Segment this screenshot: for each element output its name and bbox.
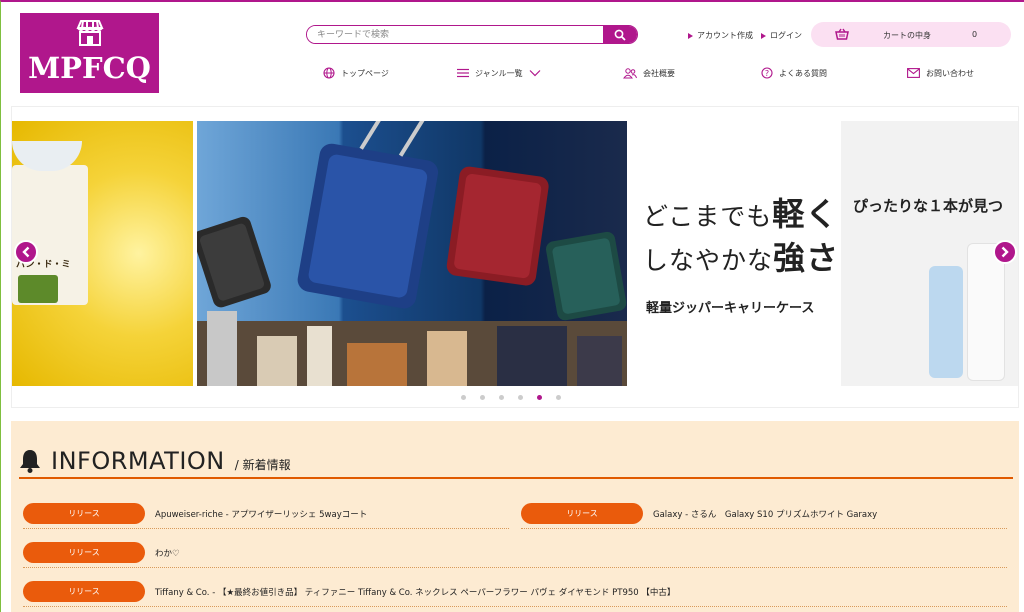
- people-icon: [623, 67, 637, 78]
- information-subtitle: / 新着情報: [234, 458, 291, 472]
- carousel-dot[interactable]: [556, 395, 561, 400]
- nav-label: ジャンル一覧: [475, 68, 523, 78]
- carousel-dot[interactable]: [499, 395, 504, 400]
- release-badge: リリース: [23, 503, 145, 524]
- promo-line-2a: しなやかな: [643, 246, 774, 275]
- bottle-white: [967, 243, 1005, 381]
- nav-item-company[interactable]: 会社概要: [623, 66, 675, 80]
- information-section: INFORMATION / 新着情報 リリース Apuweiser-riche …: [11, 421, 1019, 612]
- storefront-icon: [76, 20, 104, 46]
- arrow-right-icon: [688, 32, 693, 39]
- search-icon: [614, 29, 626, 41]
- product-package: パン・ド・ミ: [12, 165, 88, 305]
- mail-icon: [907, 68, 920, 78]
- slide-bread[interactable]: パン・ド・ミ: [12, 121, 193, 386]
- news-text: Tiffany & Co. - 【★最終お値引き品】 ティファニー Tiffan…: [155, 587, 676, 598]
- suitcases-image: [197, 121, 627, 386]
- cart-button[interactable]: カートの中身 0: [811, 22, 1011, 47]
- carousel-next-button[interactable]: [993, 240, 1017, 264]
- arrow-right-icon: [761, 32, 766, 39]
- question-icon: ?: [761, 67, 773, 79]
- news-text: わか♡: [155, 548, 180, 559]
- chevron-down-icon: [529, 70, 541, 77]
- nav-label: お問い合わせ: [926, 68, 974, 78]
- login-label: ログイン: [770, 31, 802, 40]
- hero-carousel: パン・ド・ミ どこまでも軽く しなやかな強さ 軽量ジッパーキャリーケース ぴった…: [11, 106, 1019, 408]
- carousel-dot[interactable]: [461, 395, 466, 400]
- chevron-left-icon: [22, 246, 30, 258]
- promo-line-2b: 強さ: [773, 239, 840, 277]
- news-item[interactable]: リリース わか♡: [23, 538, 1007, 568]
- carousel-dot[interactable]: [518, 395, 523, 400]
- news-text: Apuweiser-riche - アプワイザーリッシェ 5wayコート: [155, 509, 368, 520]
- logo-text: MPFCQ: [28, 51, 151, 85]
- information-heading: INFORMATION / 新着情報: [19, 449, 291, 473]
- search-input[interactable]: [307, 26, 603, 43]
- news-item[interactable]: リリース Tiffany & Co. - 【★最終お値引き品】 ティファニー T…: [23, 577, 1007, 607]
- svg-text:?: ?: [765, 69, 769, 78]
- bell-icon: [20, 450, 40, 473]
- login-link[interactable]: ログイン: [761, 30, 802, 41]
- promo-line-2: しなやかな強さ: [643, 233, 839, 279]
- site-logo[interactable]: MPFCQ: [20, 13, 159, 93]
- slide-suitcases[interactable]: [197, 121, 627, 386]
- account-create-label: アカウント作成: [697, 31, 753, 40]
- carousel-dots: [461, 395, 561, 400]
- promo-line-1b: 軽く: [772, 195, 839, 233]
- chevron-right-icon: [1001, 246, 1009, 258]
- nav-label: 会社概要: [643, 68, 675, 78]
- promo-line-3: 軽量ジッパーキャリーケース: [646, 301, 815, 316]
- globe-icon: [323, 67, 335, 79]
- account-create-link[interactable]: アカウント作成: [688, 30, 753, 41]
- bottle-blue: [929, 266, 963, 378]
- package-leaf: [18, 275, 58, 303]
- nav-label: トップページ: [341, 68, 389, 78]
- carousel-prev-button[interactable]: [14, 240, 38, 264]
- release-badge: リリース: [521, 503, 643, 524]
- information-title: INFORMATION: [51, 447, 225, 475]
- release-badge: リリース: [23, 542, 145, 563]
- carousel-dot-active[interactable]: [537, 395, 542, 400]
- search-bar: [306, 25, 638, 44]
- promo-line-1a: どこまでも: [643, 202, 773, 231]
- news-text: Galaxy - さるん Galaxy S10 プリズムホワイト Garaxy: [653, 509, 878, 520]
- nav-item-genres[interactable]: ジャンル一覧: [457, 66, 541, 80]
- nav-item-contact[interactable]: お問い合わせ: [907, 66, 974, 80]
- cart-label: カートの中身: [883, 31, 931, 40]
- nav-item-faq[interactable]: ? よくある質問: [761, 66, 827, 80]
- slide-promo-text[interactable]: どこまでも軽く しなやかな強さ 軽量ジッパーキャリーケース: [627, 121, 840, 386]
- information-divider: [19, 477, 1013, 479]
- search-button[interactable]: [603, 26, 637, 43]
- news-item[interactable]: リリース Galaxy - さるん Galaxy S10 プリズムホワイト Ga…: [521, 499, 1007, 529]
- release-badge: リリース: [23, 581, 145, 602]
- basket-icon: [835, 28, 849, 40]
- menu-icon: [457, 68, 469, 78]
- promo-bottle-text: ぴったりな１本が見つ: [853, 197, 1004, 215]
- news-item[interactable]: リリース Apuweiser-riche - アプワイザーリッシェ 5wayコー…: [23, 499, 509, 529]
- nav-label: よくある質問: [779, 68, 827, 78]
- carousel-dot[interactable]: [480, 395, 485, 400]
- promo-line-1: どこまでも軽く: [643, 189, 838, 235]
- nav-item-top[interactable]: トップページ: [323, 66, 389, 80]
- cart-count: 0: [972, 30, 978, 39]
